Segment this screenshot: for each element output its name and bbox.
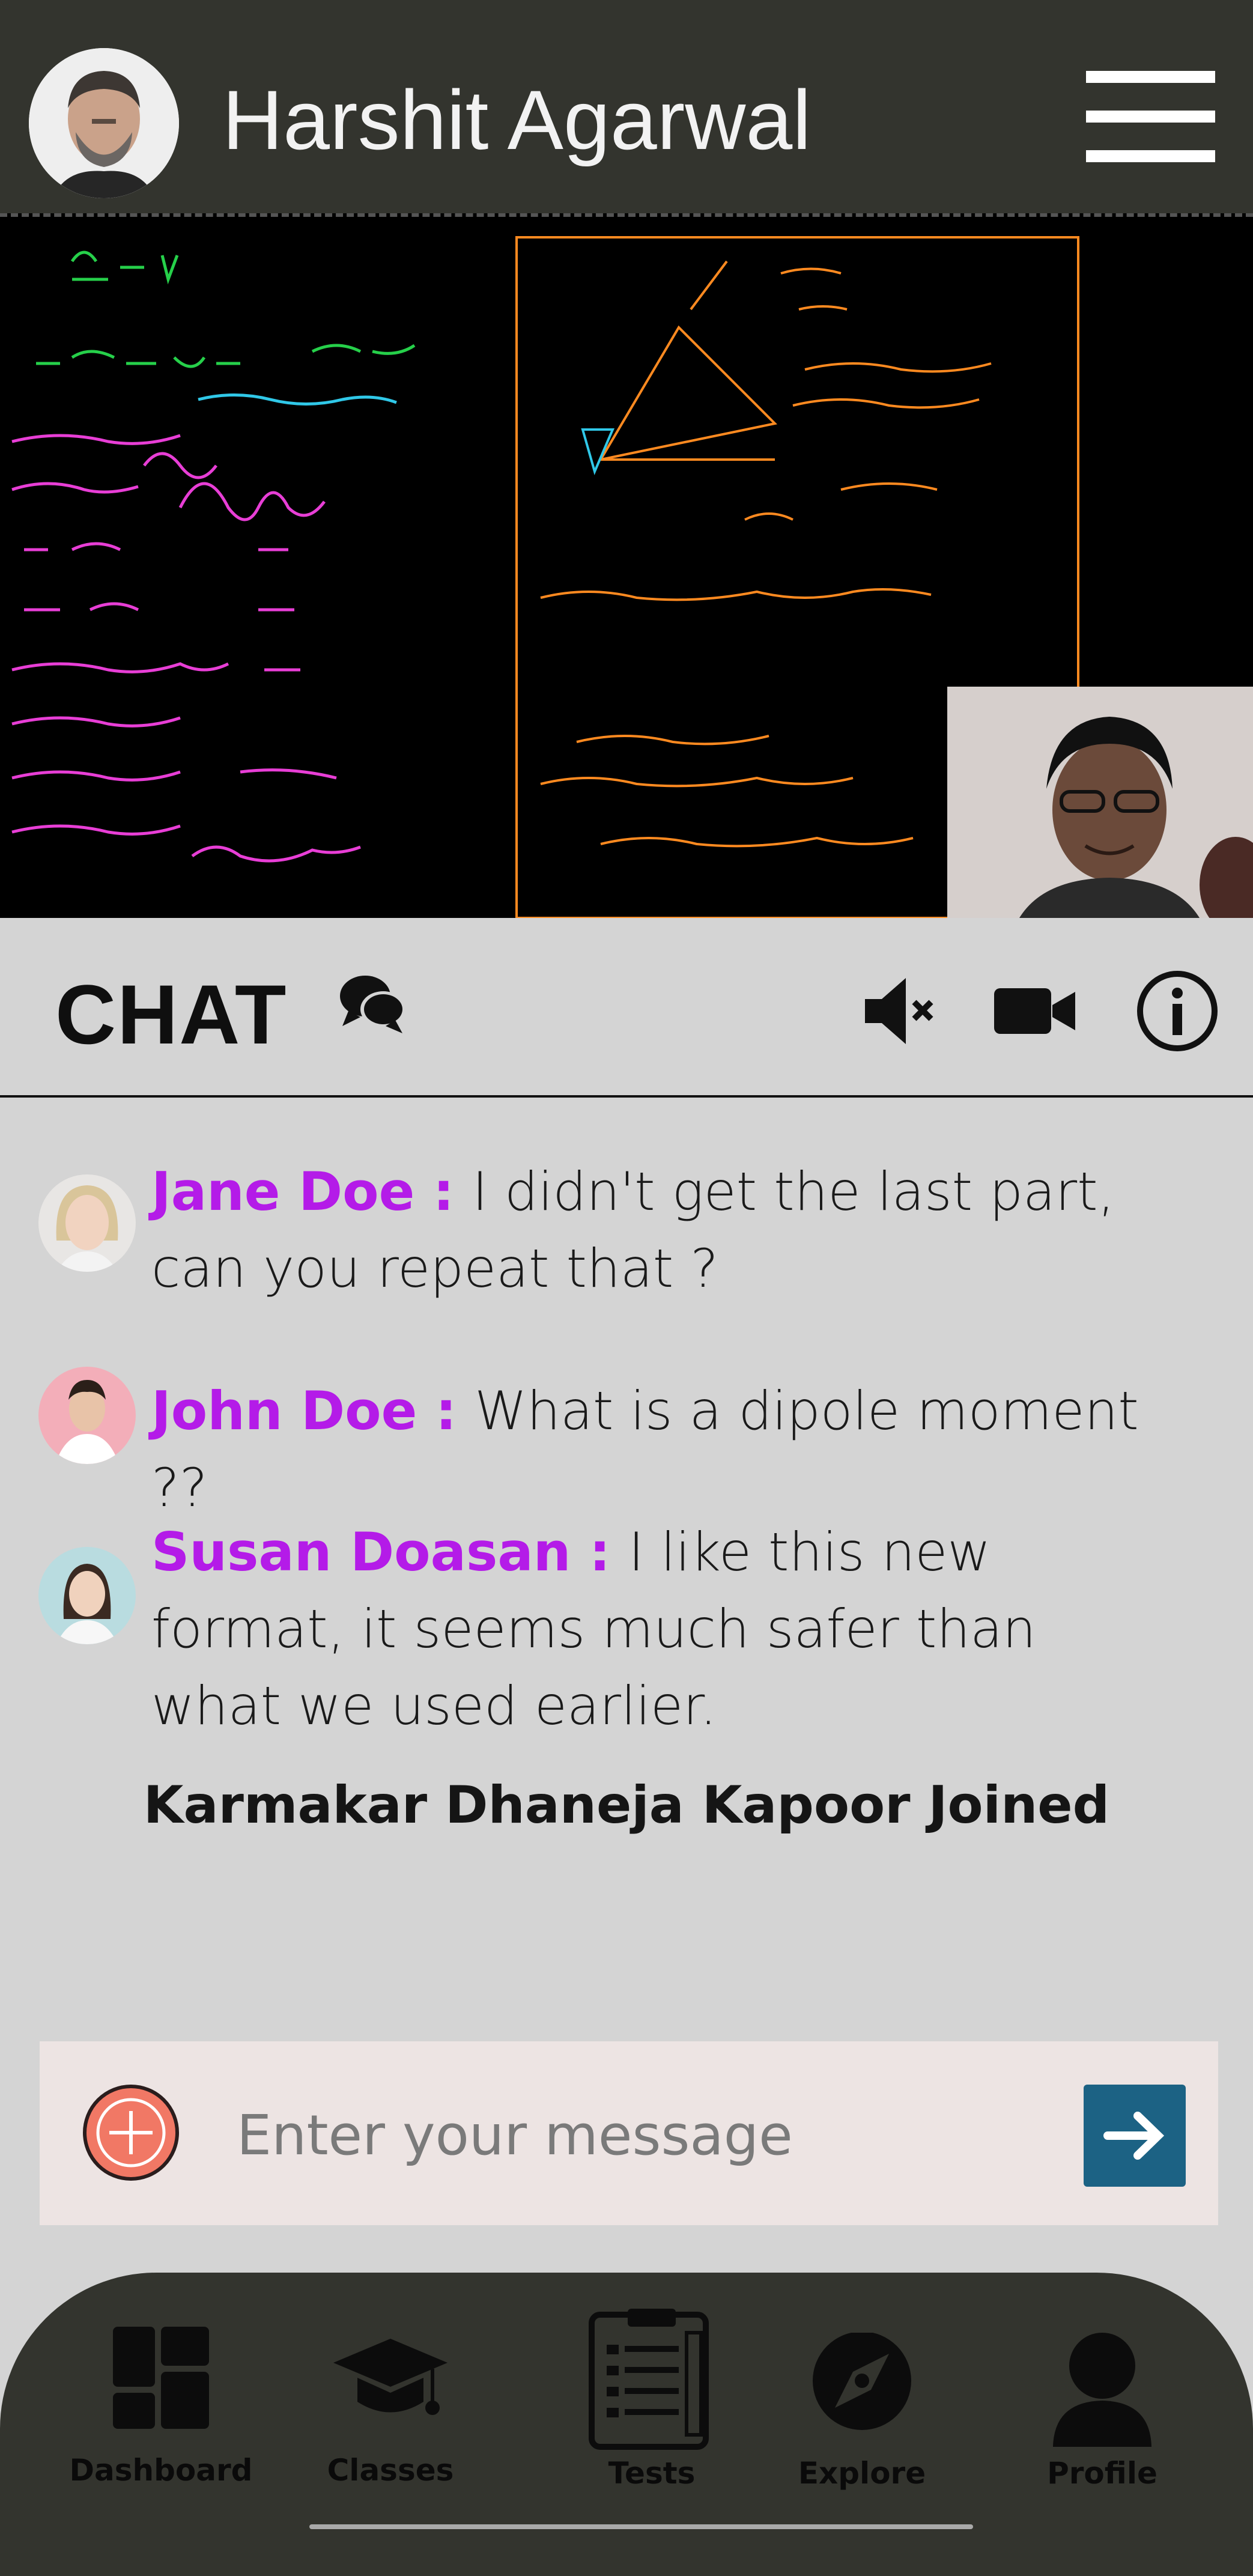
video-camera-icon [994, 988, 1075, 1034]
arrow-right-icon [1103, 2112, 1165, 2160]
nav-explore[interactable]: Explore [772, 2273, 952, 2525]
compass-icon [813, 2333, 911, 2430]
graduation-cap-icon [333, 2339, 448, 2415]
sender-name[interactable]: Jane Doe : [151, 1161, 454, 1223]
nav-profile[interactable]: Profile [1012, 2273, 1192, 2525]
host-name: Harshit Agarwal [222, 73, 812, 167]
message-input[interactable] [235, 2089, 1079, 2181]
sender-name[interactable]: Susan Doasan : [151, 1521, 610, 1583]
chat-title: CHAT [55, 967, 288, 1062]
camera-button[interactable] [991, 981, 1078, 1043]
person-icon [1053, 2333, 1151, 2447]
nav-label: Classes [327, 2453, 454, 2488]
nav-classes[interactable]: Classes [300, 2273, 481, 2525]
message-text: John Doe : What is a dipole moment ?? [151, 1373, 1173, 1526]
nav-label: Profile [1047, 2456, 1157, 2491]
system-join-message: Karmakar Dhaneja Kapoor Joined [143, 1775, 1110, 1835]
add-attachment-button[interactable] [83, 2085, 179, 2181]
dashboard-icon [113, 2327, 209, 2429]
home-indicator[interactable] [309, 2524, 973, 2529]
jane-avatar[interactable] [38, 1174, 136, 1272]
nav-label: Explore [798, 2456, 926, 2491]
host-avatar[interactable] [29, 48, 179, 198]
nav-label: Tests [608, 2456, 696, 2491]
susan-avatar[interactable] [38, 1547, 136, 1644]
nav-dashboard[interactable]: Dashboard [70, 2273, 252, 2525]
john-avatar[interactable] [38, 1367, 136, 1464]
chat-bubbles-icon [336, 966, 408, 1040]
plus-icon [96, 2098, 166, 2167]
info-button[interactable] [1135, 969, 1219, 1056]
mute-button[interactable] [859, 972, 937, 1053]
main-video-feed [0, 213, 1253, 918]
self-camera-pip[interactable] [947, 687, 1253, 918]
message-text: Susan Doasan :I like this new format, it… [151, 1514, 1173, 1745]
top-bar: Harshit Agarwal [0, 0, 1253, 213]
speaker-muted-icon [865, 978, 933, 1044]
hamburger-menu-icon[interactable] [1086, 71, 1215, 162]
nav-tests[interactable]: Tests [562, 2273, 742, 2525]
info-icon [1137, 971, 1218, 1051]
sender-name[interactable]: John Doe : [151, 1380, 457, 1442]
bottom-navigation: Dashboard Classes Tests Explore Profile [0, 2273, 1253, 2576]
message-text: Jane Doe :I didn't get the last part, ca… [151, 1153, 1173, 1307]
message-composer [40, 2041, 1218, 2225]
test-checklist-icon [589, 2309, 709, 2450]
send-button[interactable] [1084, 2085, 1186, 2187]
chat-header: CHAT [0, 918, 1253, 1098]
nav-label: Dashboard [69, 2453, 253, 2488]
